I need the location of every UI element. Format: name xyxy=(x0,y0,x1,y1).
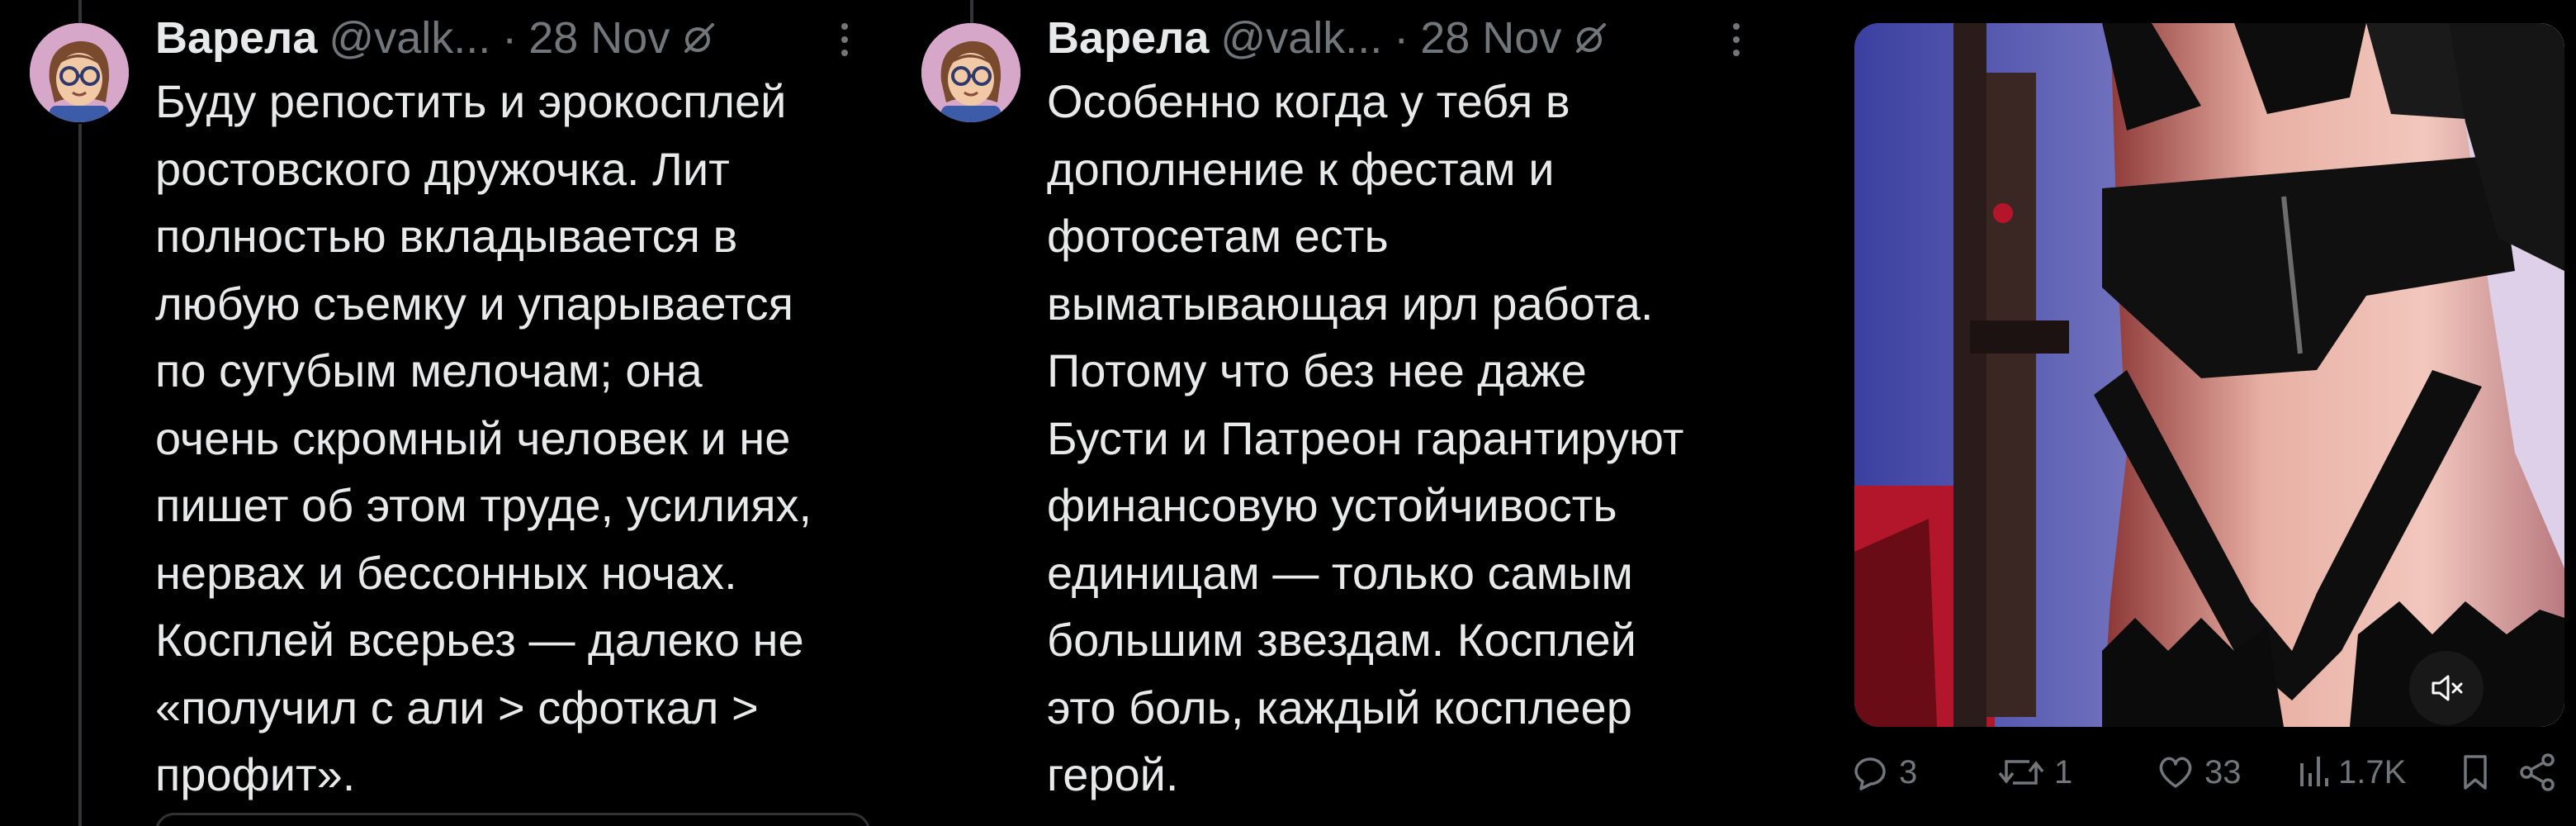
volume-muted-icon[interactable] xyxy=(2409,651,2484,725)
repost-button[interactable]: 1 xyxy=(1996,743,2072,801)
text-line: «получил с али > сфоткал > xyxy=(155,681,759,733)
action-bar: 3 1 33 1.7K xyxy=(1775,743,2576,801)
views-icon xyxy=(2300,757,2328,786)
thread-line-top xyxy=(78,0,82,25)
like-count: 33 xyxy=(2204,753,2242,790)
avatar-cartoon-glasses-icon xyxy=(30,23,129,122)
views-count: 1.7K xyxy=(2338,753,2407,790)
cosplay-photo-image xyxy=(1854,23,2564,727)
thread-line-bottom xyxy=(78,124,82,826)
author-name[interactable]: Варела xyxy=(155,5,317,71)
repost-count: 1 xyxy=(2054,753,2073,790)
more-vertical-icon[interactable] xyxy=(1716,15,1757,64)
separator-dot: · xyxy=(1394,13,1409,63)
grok-icon[interactable] xyxy=(681,20,717,56)
tweet-header: Варела @valk... · 28 Nov xyxy=(155,5,717,71)
tweet-date[interactable]: 28 Nov xyxy=(528,5,670,71)
tweet-text: Буду репостить и эрокосплей ростовского … xyxy=(155,68,882,809)
text-line: нервах и бессонных ночах. xyxy=(155,546,737,599)
tweet-header: Варела @valk... · 28 Nov xyxy=(1047,5,1609,71)
text-line: дополнение к фестам и xyxy=(1047,142,1555,195)
author-handle[interactable]: @valk... xyxy=(1220,5,1382,71)
repost-icon xyxy=(1998,760,2044,785)
text-line: ростовского дружочка. Лит xyxy=(155,142,730,195)
text-line: большим звездам. Косплей xyxy=(1047,614,1636,666)
bookmark-icon xyxy=(2464,755,2487,790)
share-icon xyxy=(2520,753,2555,791)
text-line: очень скромный человек и не xyxy=(155,411,791,464)
quoted-tweet-card[interactable] xyxy=(155,813,870,826)
avatar[interactable] xyxy=(921,23,1020,122)
bookmark-button[interactable] xyxy=(2459,743,2492,801)
text-line: Бусти и Патреон гарантируют xyxy=(1047,411,1684,464)
text-line: любую съемку и упарывается xyxy=(155,277,794,330)
heart-icon xyxy=(2159,757,2192,788)
tweet-text: Особенно когда у тебя в дополнение к фес… xyxy=(1047,68,1773,809)
author-handle[interactable]: @valk... xyxy=(329,5,490,71)
reply-count: 3 xyxy=(1899,753,1918,790)
text-line: Косплей всерьез — далеко не xyxy=(155,614,804,666)
text-line: Потому что без нее даже xyxy=(1047,344,1587,396)
tweet-panel-2: Варела @valk... · 28 Nov Особенно когда … xyxy=(892,0,1775,826)
text-line: финансовую устойчивость xyxy=(1047,479,1617,531)
text-line: фотосетам есть xyxy=(1047,210,1389,262)
reply-icon xyxy=(1854,757,1886,790)
author-name[interactable]: Варела xyxy=(1047,5,1209,71)
separator-dot: · xyxy=(502,13,518,63)
text-line: это боль, каждый косплеер xyxy=(1047,681,1632,733)
tweet-date[interactable]: 28 Nov xyxy=(1420,5,1561,71)
grok-icon[interactable] xyxy=(1573,20,1609,56)
text-line: полностью вкладывается в xyxy=(155,210,738,262)
more-vertical-icon[interactable] xyxy=(824,15,865,64)
text-line: по сугубым мелочам; она xyxy=(155,344,703,396)
tweet-video[interactable] xyxy=(1854,23,2564,727)
tweet-panel-1: Варела @valk... · 28 Nov Буду репостить … xyxy=(0,0,892,826)
text-line: единицам — только самым xyxy=(1047,546,1633,599)
text-line: выматывающая ирл работа. xyxy=(1047,277,1654,330)
reply-button[interactable]: 3 xyxy=(1849,743,1917,801)
avatar-cartoon-glasses-icon xyxy=(921,23,1020,122)
text-line: Буду репостить и эрокосплей xyxy=(155,75,787,127)
avatar[interactable] xyxy=(30,23,129,122)
like-button[interactable]: 33 xyxy=(2155,743,2242,801)
text-line: герой. xyxy=(1047,748,1179,800)
share-button[interactable] xyxy=(2517,743,2558,801)
text-line: пишет об этом труде, усилиях, xyxy=(155,479,812,531)
views-button[interactable]: 1.7K xyxy=(2297,743,2406,801)
thread-line-top xyxy=(970,0,973,25)
text-line: профит». xyxy=(155,748,356,800)
text-line: Особенно когда у тебя в xyxy=(1047,75,1570,127)
